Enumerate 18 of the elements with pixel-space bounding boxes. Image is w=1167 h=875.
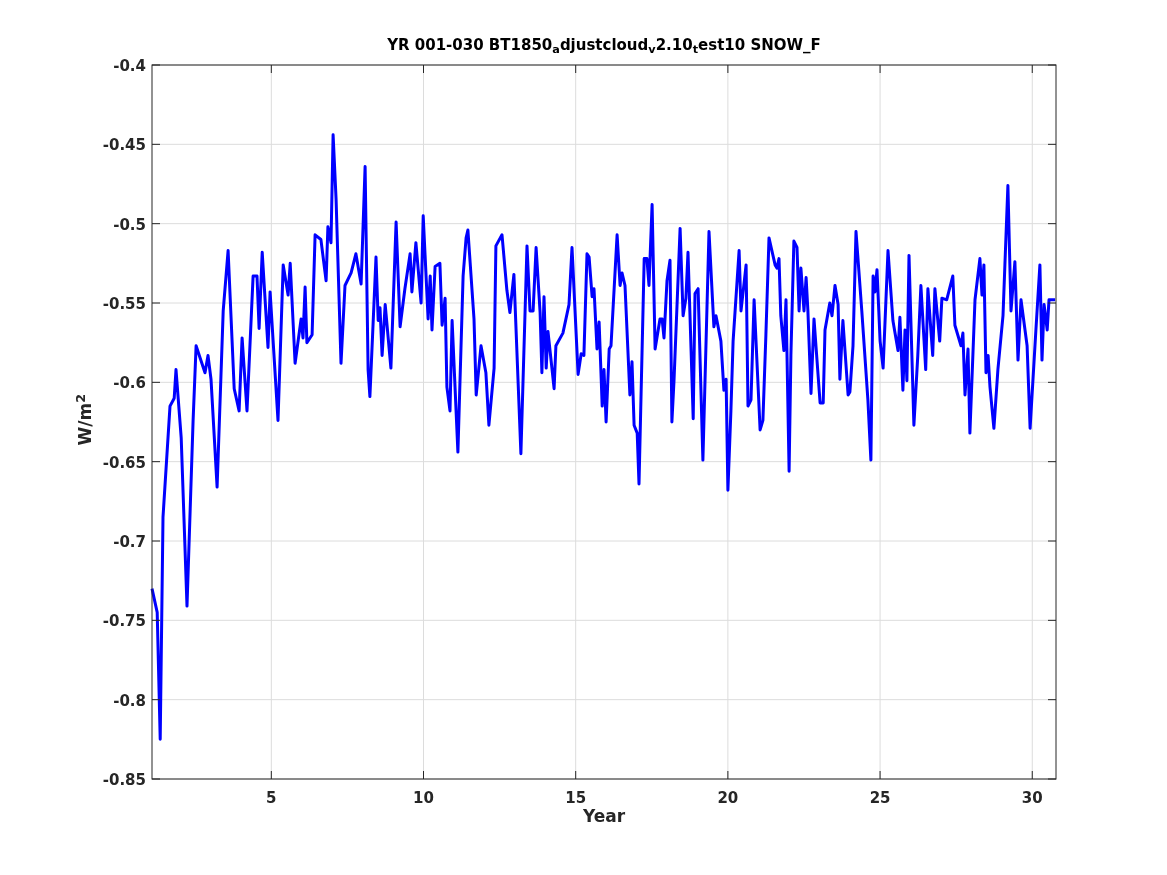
y-tick-label: -0.7 (113, 533, 146, 551)
y-tick-label: -0.65 (102, 453, 146, 472)
y-tick-label: -0.4 (113, 57, 146, 75)
y-tick-label: -0.55 (102, 295, 146, 313)
y-tick-label: -0.45 (102, 136, 146, 155)
y-tick-label: -0.8 (113, 691, 146, 710)
x-tick-label: 15 (565, 789, 587, 807)
x-tick-label: 25 (869, 789, 891, 807)
x-axis-label: Year (581, 805, 627, 828)
y-tick-label: -0.75 (102, 612, 146, 631)
y-tick-label: -0.5 (113, 215, 146, 234)
y-tick-label: -0.6 (113, 374, 146, 393)
y-tick-label: -0.85 (102, 771, 146, 789)
x-tick-label: 30 (1021, 789, 1043, 807)
x-tick-label: 5 (266, 789, 277, 807)
x-tick-label: 20 (717, 789, 739, 807)
x-tick-label: 10 (413, 789, 434, 807)
chart-title: YR 001-030 BT1850$_{a}$djustcloud$_{v}$2.10$_{t}$est10 SNOW_F (386, 35, 822, 57)
